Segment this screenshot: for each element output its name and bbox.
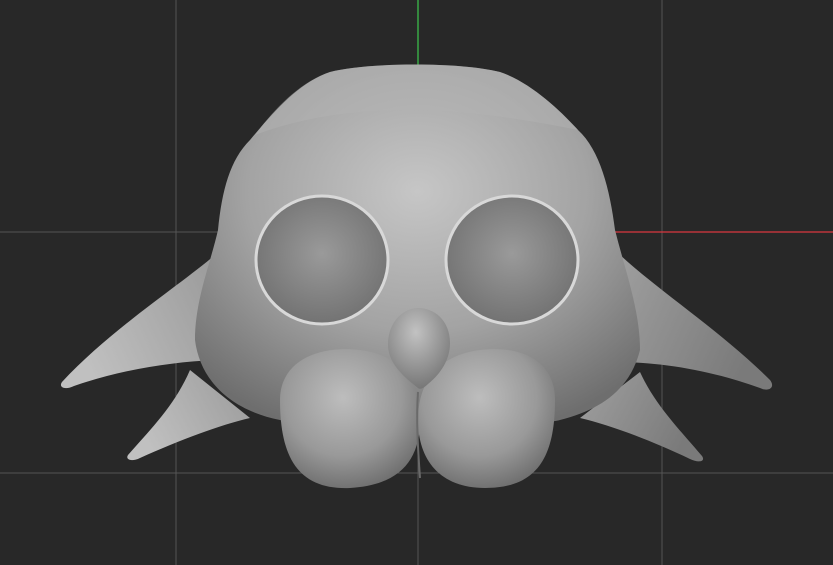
right-eye-socket	[444, 194, 580, 326]
left-eye-socket	[254, 194, 390, 326]
right-upper-spike	[615, 250, 773, 390]
mask-model[interactable]	[60, 64, 773, 489]
viewport-canvas[interactable]	[0, 0, 833, 565]
3d-viewport[interactable]	[0, 0, 833, 565]
left-upper-spike	[60, 255, 216, 389]
